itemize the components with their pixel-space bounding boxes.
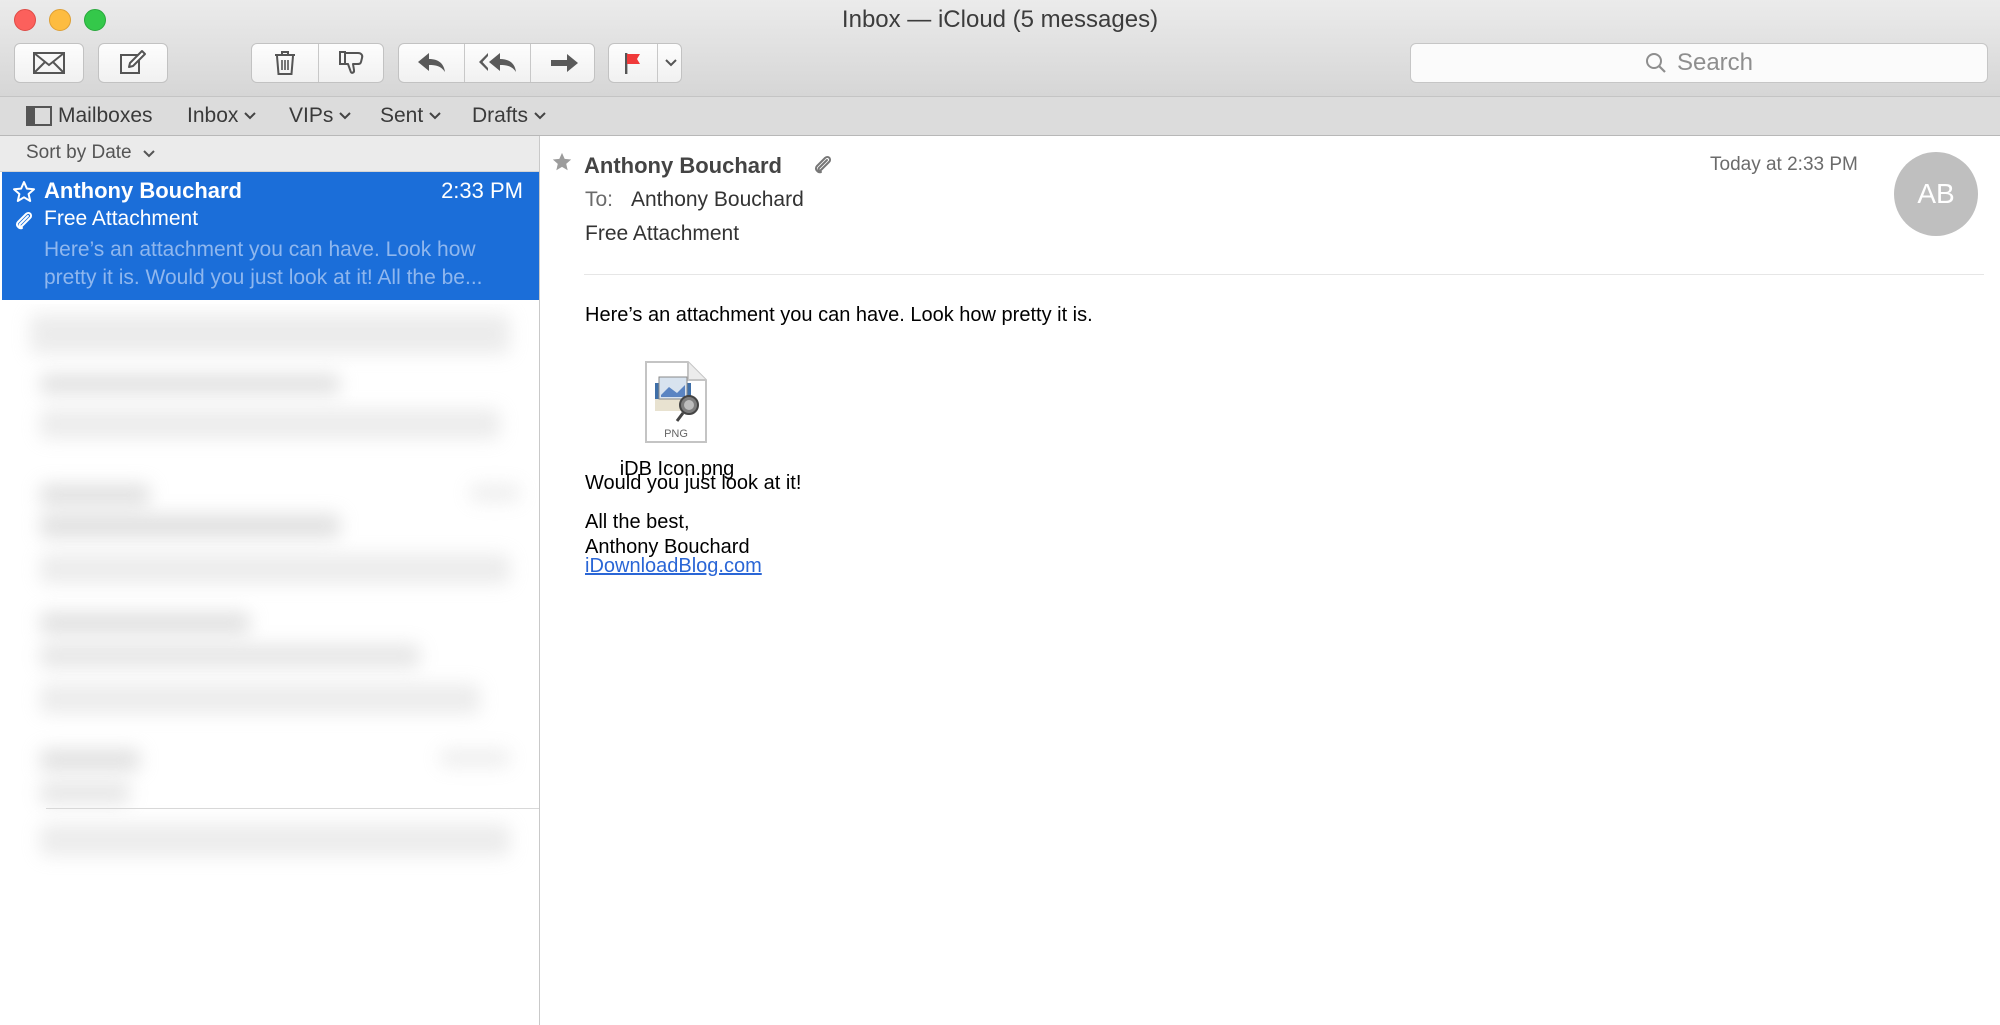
body-line-1: Here’s an attachment you can have. Look … [585, 304, 1093, 326]
forward-arrow-icon [550, 54, 578, 72]
window-toolbar: Inbox — iCloud (5 messages) Search [0, 0, 2000, 96]
mail-window: Inbox — iCloud (5 messages) Search Mailb… [0, 0, 2000, 1025]
thumbs-down-icon [339, 51, 364, 74]
blurred-row-block [40, 684, 480, 714]
compose-button[interactable] [98, 43, 168, 83]
message-row-sender: Anthony Bouchard [44, 178, 242, 203]
chevron-down-icon [339, 112, 352, 120]
flag-group [608, 43, 682, 83]
junk-button[interactable] [319, 44, 385, 82]
compose-icon [120, 50, 146, 74]
blurred-row-block [40, 409, 500, 439]
png-file-icon[interactable]: PNG [643, 359, 709, 445]
search-placeholder: Search [1676, 49, 1754, 76]
chevron-down-icon [534, 112, 546, 120]
delete-junk-group [251, 43, 384, 83]
trash-icon [275, 51, 295, 75]
blurred-row-block [40, 824, 510, 856]
blurred-row-block [40, 374, 340, 394]
blurred-message-rows [0, 304, 539, 944]
favorite-sent-label: Sent [380, 104, 424, 127]
favorite-drafts[interactable]: Drafts [472, 104, 546, 128]
chevron-down-icon [244, 112, 257, 120]
favorite-inbox-label: Inbox [187, 104, 239, 127]
sidebar-toggle-icon [26, 106, 52, 126]
forward-button[interactable] [531, 44, 596, 82]
message-row-time: 2:33 PM [441, 178, 523, 203]
message-list: Sort by Date Anthony Bouchard 2:33 PM Fr… [0, 136, 540, 1025]
favorite-sent[interactable]: Sent [380, 104, 441, 128]
paperclip-icon[interactable] [813, 154, 833, 176]
signoff: All the best, [585, 511, 690, 533]
envelope-icon [33, 52, 65, 74]
header-divider [584, 274, 1984, 275]
flag-button[interactable] [609, 44, 657, 82]
message-subject: Free Attachment [585, 222, 740, 245]
flag-icon [625, 53, 640, 74]
message-row-preview: Here’s an attachment you can have. Look … [44, 238, 483, 289]
blurred-row-block [470, 484, 520, 502]
sort-label: Sort by Date [26, 142, 132, 163]
chevron-down-icon [664, 59, 677, 67]
flag-menu-button[interactable] [658, 44, 683, 82]
reply-all-button[interactable] [465, 44, 530, 82]
favorite-vips[interactable]: VIPs [289, 104, 352, 128]
message-row-selected[interactable]: Anthony Bouchard 2:33 PM Free Attachment… [2, 172, 539, 300]
blurred-row-block [40, 612, 250, 634]
chevron-down-icon [429, 112, 441, 120]
delete-button[interactable] [252, 44, 318, 82]
list-separator [46, 808, 539, 809]
paperclip-icon [15, 211, 33, 230]
reply-forward-group [398, 43, 595, 83]
blurred-row-block [40, 749, 140, 771]
reply-button[interactable] [399, 44, 464, 82]
blurred-row-block [40, 554, 510, 584]
search-icon [1645, 53, 1666, 73]
message-recipient[interactable]: Anthony Bouchard [631, 188, 804, 212]
favorites-bar: Mailboxes Inbox VIPs Sent Drafts [0, 96, 2000, 136]
sort-menu[interactable]: Sort by Date [0, 136, 539, 172]
mailboxes-button[interactable]: Mailboxes [26, 104, 153, 128]
reply-icon [417, 53, 445, 72]
to-label: To: [585, 188, 614, 211]
message-sender[interactable]: Anthony Bouchard [584, 153, 782, 179]
star-icon[interactable] [12, 180, 36, 204]
message-date: Today at 2:33 PM [1710, 154, 1858, 175]
get-mail-button[interactable] [14, 43, 84, 83]
search-field[interactable]: Search [1410, 43, 1988, 83]
message-row-subject: Free Attachment [44, 207, 199, 230]
favorite-vips-label: VIPs [289, 104, 334, 127]
sender-avatar: AB [1894, 152, 1978, 236]
blurred-row-block [440, 749, 510, 767]
reply-all-icon [478, 53, 516, 72]
file-type-label: PNG [664, 428, 688, 440]
message-view: Anthony Bouchard Today at 2:33 PM AB To:… [541, 136, 2000, 1025]
blurred-row-block [40, 514, 340, 538]
avatar-initials: AB [1917, 178, 1955, 209]
blurred-row-block [40, 644, 420, 668]
signature-link[interactable]: iDownloadBlog.com [585, 554, 762, 579]
chevron-down-icon [143, 150, 155, 158]
favorite-drafts-label: Drafts [472, 104, 529, 127]
blurred-row-block [40, 484, 150, 506]
body-line-2: Would you just look at it! [585, 472, 802, 494]
favorite-inbox[interactable]: Inbox [187, 104, 257, 128]
mailboxes-label: Mailboxes [58, 104, 153, 127]
blurred-row-block [30, 314, 510, 354]
blurred-row-block [40, 782, 130, 804]
window-title: Inbox — iCloud (5 messages) [841, 6, 1159, 33]
star-icon[interactable] [551, 151, 573, 173]
